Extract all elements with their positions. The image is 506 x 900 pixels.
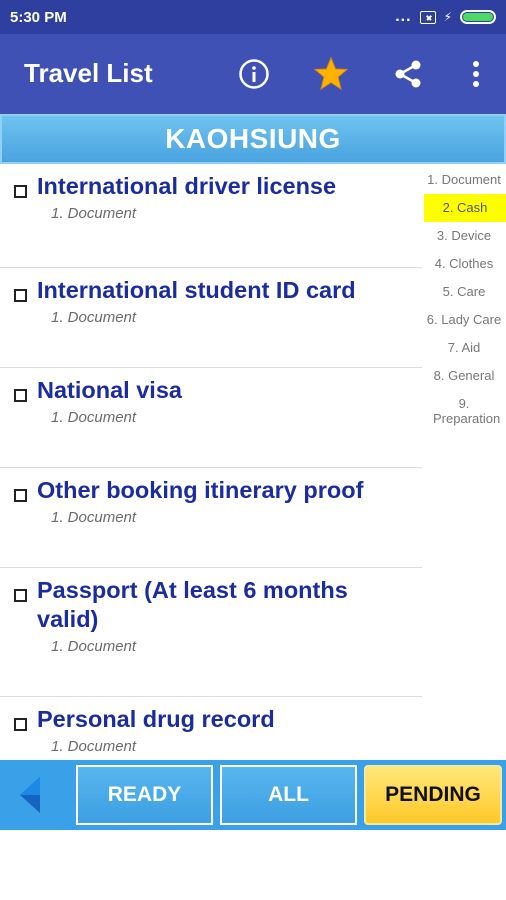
- destination-title: KAOHSIUNG: [165, 123, 341, 154]
- star-icon: [313, 56, 349, 91]
- item-category: 1. Document: [51, 309, 137, 326]
- item-title: National visa: [37, 377, 182, 403]
- category-device[interactable]: 3. Device: [422, 222, 506, 250]
- back-arrow-icon: [20, 777, 40, 813]
- share-button[interactable]: [390, 56, 426, 92]
- item-title: Passport (At least 6 months valid): [37, 577, 348, 632]
- charging-icon: ⚡: [443, 10, 452, 24]
- list-item[interactable]: Other booking itinerary proof 1. Documen…: [0, 468, 422, 568]
- item-category: 1. Document: [51, 738, 137, 755]
- list-item[interactable]: Personal drug record 1. Document: [0, 697, 422, 760]
- no-sim-icon: [419, 10, 436, 24]
- category-lady-care[interactable]: 6. Lady Care: [422, 306, 506, 334]
- checklist[interactable]: International driver license 1. Document…: [0, 164, 422, 760]
- list-header: KAOHSIUNG: [0, 114, 506, 164]
- battery-icon: [460, 10, 496, 24]
- item-title: International driver license: [37, 173, 337, 199]
- item-title: Personal drug record: [37, 706, 275, 732]
- bottom-bar: READY ALL PENDING: [0, 760, 506, 830]
- item-title: International student ID card: [37, 277, 356, 303]
- item-checkbox[interactable]: [14, 289, 27, 302]
- category-aid[interactable]: 7. Aid: [422, 334, 506, 362]
- list-item[interactable]: Passport (At least 6 months valid) 1. Do…: [0, 568, 422, 697]
- category-preparation[interactable]: 9. Preparation: [433, 390, 500, 426]
- item-category: 1. Document: [51, 638, 137, 655]
- more-vert-icon: [473, 61, 479, 87]
- list-item[interactable]: International driver license 1. Document: [0, 164, 422, 268]
- category-clothes[interactable]: 4. Clothes: [422, 250, 506, 278]
- back-button[interactable]: [14, 775, 54, 815]
- share-icon: [395, 60, 421, 88]
- list-item[interactable]: National visa 1. Document: [0, 368, 422, 468]
- status-icons: ... ⚡: [395, 8, 496, 25]
- category-document[interactable]: 1. Document: [422, 166, 506, 194]
- item-checkbox[interactable]: [14, 489, 27, 502]
- item-category: 1. Document: [51, 409, 137, 426]
- item-checkbox[interactable]: [14, 389, 27, 402]
- info-icon: [239, 59, 269, 89]
- item-checkbox[interactable]: [14, 718, 27, 731]
- category-care[interactable]: 5. Care: [422, 278, 506, 306]
- item-checkbox[interactable]: [14, 589, 27, 602]
- info-button[interactable]: [236, 56, 272, 92]
- more-options-button[interactable]: [458, 56, 494, 92]
- favorite-button[interactable]: [313, 56, 349, 92]
- category-general[interactable]: 8. General: [422, 362, 506, 390]
- item-category: 1. Document: [51, 509, 137, 526]
- status-bar: 5:30 PM ... ⚡: [0, 0, 506, 34]
- list-item[interactable]: International student ID card 1. Documen…: [0, 268, 422, 368]
- item-category: 1. Document: [51, 205, 137, 222]
- app-bar: Travel List: [0, 34, 506, 114]
- item-checkbox[interactable]: [14, 185, 27, 198]
- tab-pending[interactable]: PENDING: [364, 765, 502, 825]
- item-title: Other booking itinerary proof: [37, 477, 364, 503]
- status-time: 5:30 PM: [10, 8, 67, 26]
- tab-ready[interactable]: READY: [76, 765, 213, 825]
- category-cash[interactable]: 2. Cash: [424, 194, 506, 222]
- tab-all[interactable]: ALL: [220, 765, 357, 825]
- category-index: 1. Document 2. Cash 3. Device 4. Clothes…: [422, 166, 506, 426]
- notification-dots: ...: [395, 8, 412, 25]
- app-title: Travel List: [24, 58, 153, 88]
